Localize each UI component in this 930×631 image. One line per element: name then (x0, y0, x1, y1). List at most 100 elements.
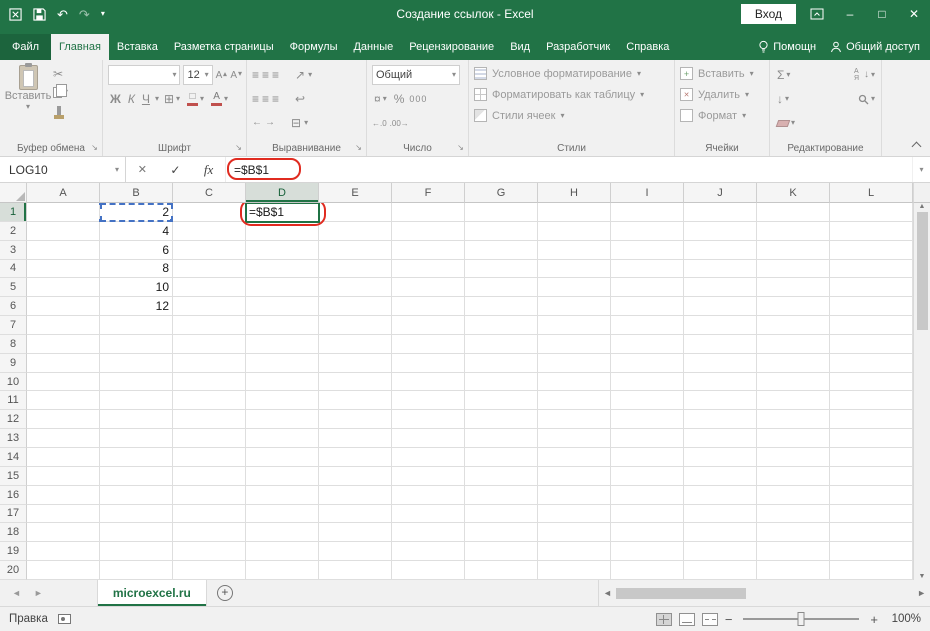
row-header-12[interactable]: 12 (0, 410, 27, 430)
cell-E17[interactable] (319, 504, 392, 524)
column-header-H[interactable]: H (538, 183, 611, 203)
cell-A10[interactable] (27, 372, 100, 392)
zoom-level[interactable]: 100% (885, 613, 921, 625)
cell-I9[interactable] (611, 353, 684, 373)
cell-G13[interactable] (465, 429, 538, 448)
cell-C8[interactable] (173, 334, 246, 354)
cell-E5[interactable] (319, 278, 392, 298)
cancel-entry-button[interactable]: ✕ (138, 163, 147, 176)
cell-A19[interactable] (27, 542, 100, 562)
column-header-F[interactable]: F (392, 183, 465, 203)
column-header-K[interactable]: K (757, 183, 830, 203)
font-color-button[interactable]: А ▾ (209, 90, 230, 108)
cell-C17[interactable] (173, 504, 246, 524)
cell-G12[interactable] (465, 410, 538, 430)
scroll-down-icon[interactable]: ▼ (919, 573, 926, 580)
cell-F4[interactable] (392, 259, 465, 279)
assistant-button[interactable]: Помощн (758, 40, 816, 53)
cell-I4[interactable] (611, 259, 684, 279)
cell-I6[interactable] (611, 297, 684, 317)
cell-C14[interactable] (173, 447, 246, 467)
cell-C11[interactable] (173, 391, 246, 411)
cell-B7[interactable] (100, 316, 173, 335)
cell-L6[interactable] (830, 297, 913, 317)
cell-B10[interactable] (100, 372, 173, 392)
cell-J1[interactable] (684, 203, 757, 222)
cell-B4[interactable]: 8 (100, 259, 173, 279)
cell-K6[interactable] (757, 297, 830, 317)
font-size-select[interactable]: 12 ▾ (183, 65, 213, 85)
cell-I20[interactable] (611, 561, 684, 580)
cell-E1[interactable] (319, 203, 392, 222)
maximize-button[interactable]: □ (866, 0, 898, 28)
cell-H20[interactable] (538, 561, 611, 580)
cell-E3[interactable] (319, 240, 392, 260)
cell-A16[interactable] (27, 485, 100, 505)
cell-L7[interactable] (830, 316, 913, 335)
cell-L12[interactable] (830, 410, 913, 430)
cell-H5[interactable] (538, 278, 611, 298)
cell-G15[interactable] (465, 466, 538, 486)
row-header-2[interactable]: 2 (0, 221, 27, 241)
cell-A20[interactable] (27, 561, 100, 580)
cell-K18[interactable] (757, 523, 830, 543)
cell-F20[interactable] (392, 561, 465, 580)
cell-C3[interactable] (173, 240, 246, 260)
cell-F13[interactable] (392, 429, 465, 448)
column-header-D[interactable]: D (246, 183, 319, 203)
cell-A11[interactable] (27, 391, 100, 411)
cell-H8[interactable] (538, 334, 611, 354)
cell-L2[interactable] (830, 221, 913, 241)
cell-K2[interactable] (757, 221, 830, 241)
ribbon-display-options-icon[interactable] (810, 8, 824, 20)
column-header-C[interactable]: C (173, 183, 246, 203)
conditional-formatting-button[interactable]: Условное форматирование ▾ (474, 63, 670, 84)
cell-E6[interactable] (319, 297, 392, 317)
cell-C15[interactable] (173, 466, 246, 486)
tab-home[interactable]: Главная (51, 34, 109, 60)
grow-font-button[interactable]: А ▾ (216, 70, 228, 81)
cell-D18[interactable] (246, 523, 319, 543)
cell-H2[interactable] (538, 221, 611, 241)
cell-D5[interactable] (246, 278, 319, 298)
cell-I16[interactable] (611, 485, 684, 505)
cell-K10[interactable] (757, 372, 830, 392)
cell-L1[interactable] (830, 203, 913, 222)
cell-H19[interactable] (538, 542, 611, 562)
cell-K15[interactable] (757, 466, 830, 486)
wrap-text-icon[interactable]: ↩ (295, 93, 305, 105)
macro-record-icon[interactable] (57, 614, 71, 624)
cell-I8[interactable] (611, 334, 684, 354)
cell-H4[interactable] (538, 259, 611, 279)
clear-button[interactable]: ▾ (775, 114, 797, 132)
cell-D2[interactable] (246, 221, 319, 241)
cell-H17[interactable] (538, 504, 611, 524)
cell-J2[interactable] (684, 221, 757, 241)
row-header-6[interactable]: 6 (0, 297, 27, 317)
cell-G14[interactable] (465, 447, 538, 467)
cell-B16[interactable] (100, 485, 173, 505)
cell-J5[interactable] (684, 278, 757, 298)
dialog-launcher-icon[interactable] (353, 142, 364, 153)
cell-E13[interactable] (319, 429, 392, 448)
cell-K1[interactable] (757, 203, 830, 222)
row-header-5[interactable]: 5 (0, 278, 27, 298)
cell-D8[interactable] (246, 334, 319, 354)
cell-B20[interactable] (100, 561, 173, 580)
underline-button[interactable]: Ч (140, 90, 152, 108)
row-header-15[interactable]: 15 (0, 466, 27, 486)
column-header-E[interactable]: E (319, 183, 392, 203)
cell-K3[interactable] (757, 240, 830, 260)
cell-A3[interactable] (27, 240, 100, 260)
row-header-1[interactable]: 1 (0, 203, 27, 222)
cell-C5[interactable] (173, 278, 246, 298)
align-middle-icon[interactable]: ≡ (262, 69, 269, 81)
cell-J18[interactable] (684, 523, 757, 543)
cell-B12[interactable] (100, 410, 173, 430)
cell-I10[interactable] (611, 372, 684, 392)
cell-E4[interactable] (319, 259, 392, 279)
sort-filter-button[interactable]: АЯ ↓ ▾ (852, 66, 877, 84)
cell-G7[interactable] (465, 316, 538, 335)
row-header-11[interactable]: 11 (0, 391, 27, 411)
cell-B11[interactable] (100, 391, 173, 411)
